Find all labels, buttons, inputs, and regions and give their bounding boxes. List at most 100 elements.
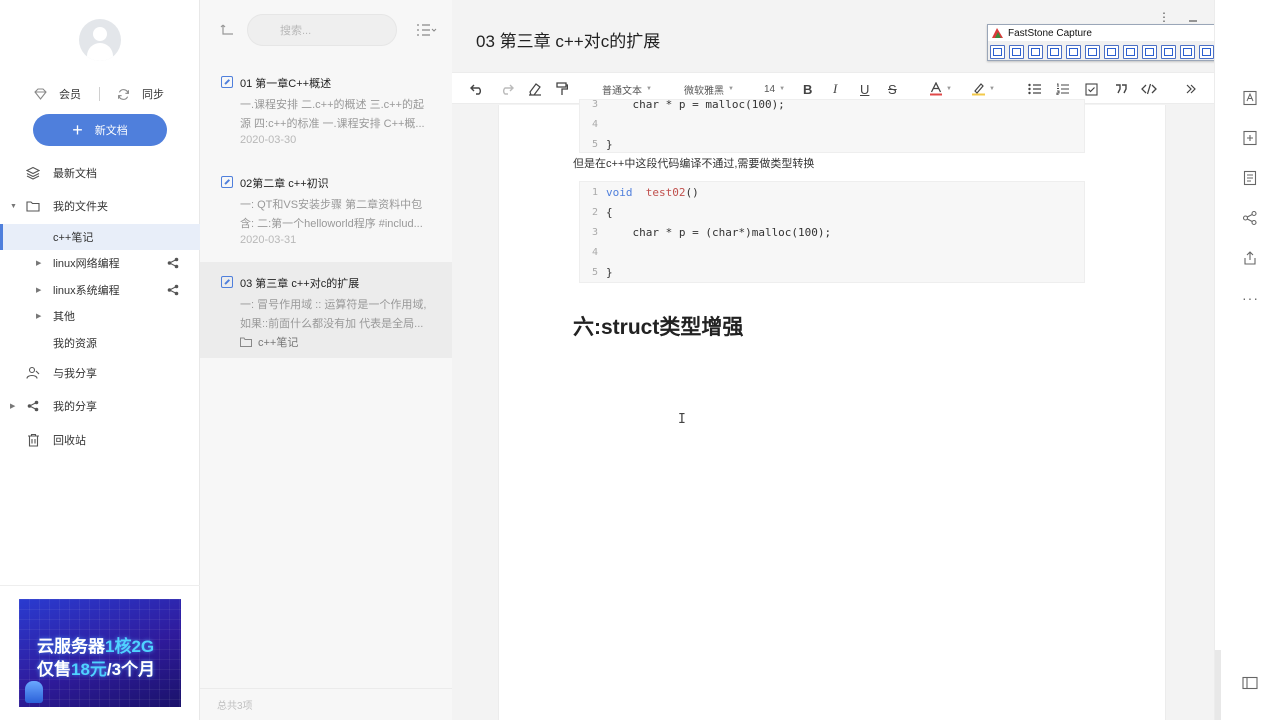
note-title-header[interactable]: 03 第三章 c++对c的扩展 [476,27,660,52]
capture-fullscreen-icon[interactable] [1085,44,1100,59]
code-block[interactable]: 3 char * p = malloc(100); 4 5} [579,98,1085,153]
insert-icon[interactable] [1242,130,1258,146]
capture-tools [990,43,1236,60]
timer-icon[interactable] [1161,44,1176,59]
chevron-down-icon: ▼ [646,86,652,92]
capture-freehand-icon[interactable] [1066,44,1081,59]
ad-banner[interactable]: 云服务器1核2G 仅售18元/3个月 [19,599,181,707]
capture-fixed-region-icon[interactable] [1123,44,1138,59]
note-count-footer: 总共3项 [200,688,452,720]
note-folder-label: c++笔记 [258,337,299,349]
expand-arrow-icon[interactable]: ▼ [10,203,17,210]
sidebar: 会员 同步 + 新文档 最新文档 ▼ 我的文件夹 c++笔记 ▶ linux网络… [0,0,200,720]
note-edit-icon [221,76,233,88]
note-edit-icon [221,276,233,288]
note-list-header: 搜索... [200,0,452,62]
capture-scrolling-icon[interactable] [1104,44,1119,59]
capture-object-icon[interactable] [1028,44,1043,59]
sidebar-item-label: 我的分享 [53,401,97,413]
note-list-panel: 搜索... 01 第一章C++概述 一.课程安排 二.c++的概述 三.c++的… [200,0,452,720]
open-file-icon[interactable] [990,44,1005,59]
format-painter-icon[interactable] [556,73,568,105]
share-icon [26,399,40,413]
export-icon[interactable] [1242,250,1258,266]
toggle-panel-icon[interactable] [1242,676,1258,692]
code-line: 3 char * p = malloc(100); [591,97,785,111]
scrollbar[interactable] [1215,650,1221,720]
note-date: 2020-03-31 [240,234,297,246]
note-date: 2020-03-30 [240,134,297,146]
sidebar-item-label: linux网络编程 [53,258,120,270]
note-title: 03 第三章 c++对c的扩展 [240,278,360,290]
code-line: 2{ [591,205,613,219]
chevron-down-icon: ▼ [989,86,995,92]
undo-icon[interactable] [470,73,484,105]
checklist-icon[interactable] [1085,73,1098,105]
robot-illustration [25,681,43,703]
expand-arrow-icon[interactable]: ▶ [10,402,15,410]
note-summary: 一: QT和VS安装步骤 第二章资料中包含: 二:第一个helloworld程序… [240,199,423,230]
note-edit-icon [221,176,233,188]
list-sort-icon[interactable] [415,22,437,38]
note-info-icon[interactable] [1242,170,1258,186]
share-icon[interactable] [167,284,179,296]
note-item[interactable]: 02第二章 c++初识 一: QT和VS安装步骤 第二章资料中包含: 二:第一个… [200,162,452,258]
share-icon[interactable] [1242,210,1258,226]
sidebar-item-other[interactable]: ▶ 其他 [0,303,200,329]
capture-rectangle-icon[interactable] [1047,44,1062,59]
sidebar-item-linux-network[interactable]: ▶ linux网络编程 [0,250,200,276]
sidebar-item-label: c++笔记 [53,232,94,244]
expand-arrow-icon[interactable]: ▶ [36,259,41,267]
capture-window-icon[interactable] [1009,44,1024,59]
sync-button[interactable]: 同步 [116,85,164,103]
document-page[interactable]: 3 char * p = malloc(100); 4 5} 但是在c++中这段… [498,98,1166,720]
screen-recorder-icon[interactable] [1142,44,1157,59]
sidebar-item-my-shares[interactable]: ▶ 我的分享 [0,393,200,419]
search-input[interactable]: 搜索... [247,14,397,46]
sidebar-item-label: 与我分享 [53,368,97,380]
divider [0,585,200,586]
sidebar-item-my-folders[interactable]: ▼ 我的文件夹 [0,193,200,219]
editor-panel: 03 第三章 c++对c的扩展 ⋮ 普通文本 ▼ 微软雅黑 ▼ 14 ▼ B I U … [452,0,1214,720]
outline-icon[interactable] [1242,90,1258,106]
sidebar-item-label: 回收站 [53,435,86,447]
code-line: 4 [591,118,598,130]
sidebar-item-my-resources[interactable]: 我的资源 [0,330,200,356]
redo-icon[interactable] [500,73,514,105]
sidebar-item-shared-with-me[interactable]: 与我分享 [0,360,200,386]
output-icon[interactable] [1180,44,1195,59]
code-block[interactable]: 1 void test02() 2{ 3 char * p = (char*)ma… [579,181,1085,283]
sidebar-item-recent[interactable]: 最新文档 [0,160,200,186]
settings-icon[interactable] [1199,44,1214,59]
faststone-capture-toolbar[interactable]: FastStone Capture – ✕ [987,24,1239,61]
faststone-title: FastStone Capture [1008,27,1092,39]
new-doc-button[interactable]: + 新文档 [33,114,167,146]
layers-icon [26,166,40,180]
vip-label: 会员 [59,89,81,101]
sync-label: 同步 [142,89,164,101]
vip-button[interactable]: 会员 [33,85,81,103]
section-heading[interactable]: 六:struct类型增强 [573,311,743,341]
note-item-active[interactable]: 03 第三章 c++对c的扩展 一: 冒号作用域 :: 运算符是一个作用域, 如… [200,262,452,358]
trash-icon [26,433,40,447]
sidebar-item-linux-system[interactable]: ▶ linux系统编程 [0,277,200,303]
avatar[interactable] [79,19,121,61]
code-line: 5} [591,265,613,279]
paragraph-text[interactable]: 但是在c++中这段代码编译不通过,需要做类型转换 [573,155,814,171]
eraser-icon[interactable] [528,73,542,105]
note-item[interactable]: 01 第一章C++概述 一.课程安排 二.c++的概述 三.c++的起源 四:c… [200,62,452,158]
faststone-title-bar[interactable]: FastStone Capture – ✕ [988,25,1238,41]
quote-icon[interactable] [1115,73,1127,105]
code-line: 4 [591,246,598,258]
expand-arrow-icon[interactable]: ▶ [36,312,41,320]
note-summary: 一: 冒号作用域 :: 运算符是一个作用域, 如果::前面什么都没有加 代表是全… [240,299,427,330]
code-block-icon[interactable] [1141,73,1157,105]
expand-arrow-icon[interactable]: ▶ [36,286,41,294]
sidebar-item-cpp-notes[interactable]: c++笔记 [0,224,200,250]
user-actions: 会员 同步 [0,85,200,103]
sidebar-item-trash[interactable]: 回收站 [0,427,200,453]
more-horizontal-icon[interactable]: ··· [1242,290,1258,306]
back-up-icon[interactable] [220,22,236,38]
share-icon[interactable] [167,257,179,269]
more-tools-icon[interactable] [1186,73,1196,105]
